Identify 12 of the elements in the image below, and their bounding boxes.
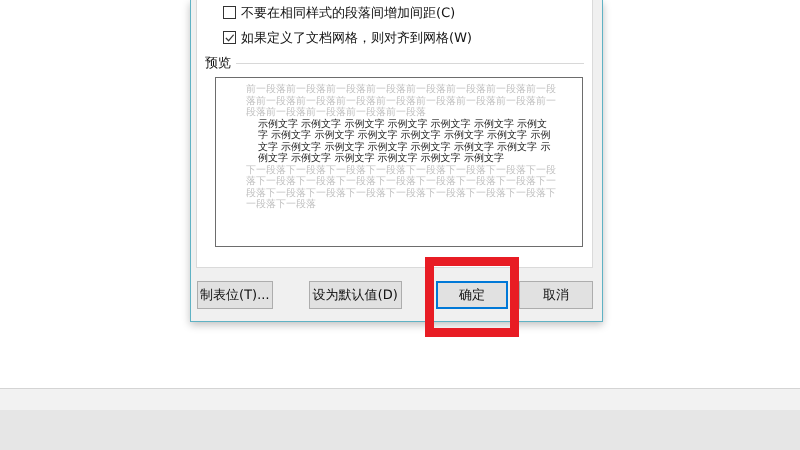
preview-sample-text: 示例文字 示例文字 示例文字 示例文字 示例文字 示例文字 示例文字 示例文字 示例文字 示例文字 示例文字 示例文字 示例文字 示例文字 示例文字 示例文字 示例文字 示例文字 示例文字 示例文字 示例文字 示例文字 示例文字 示例文字 示例文字 示例文字 xyxy=(257,118,552,164)
dialog-button[interactable]: 取消 xyxy=(519,281,593,309)
checkbox-label[interactable]: 如果定义了文档网格，则对齐到网格(W) xyxy=(241,28,472,46)
checkbox[interactable] xyxy=(223,31,236,44)
checkbox-label[interactable]: 不要在相同样式的段落间增加间距(C) xyxy=(241,4,456,22)
checkbox[interactable] xyxy=(223,6,236,19)
dialog-button[interactable]: 设为默认值(D) xyxy=(308,281,402,309)
dialog-button[interactable]: 确定 xyxy=(436,281,508,309)
preview-heading: 预览 xyxy=(205,55,231,72)
preview-next-paragraph: 下一段落下一段落下一段落下一段落下一段落下一段落下一段落下一段落下一段落下一段落下一段落下一段落下一段落下一段落下一段落下一段落下一段落下一段落下一段落下一段落下一段落下一段落下一段落下一段落下一段落 xyxy=(246,164,557,210)
dialog-button[interactable]: 制表位(T)... xyxy=(197,281,273,309)
preview-previous-paragraph: 前一段落前一段落前一段落前一段落前一段落前一段落前一段落前一段落前一段落前一段落前一段落前一段落前一段落前一段落前一段落前一段落前一段落前一段落前一段落前一段落 xyxy=(246,84,557,118)
